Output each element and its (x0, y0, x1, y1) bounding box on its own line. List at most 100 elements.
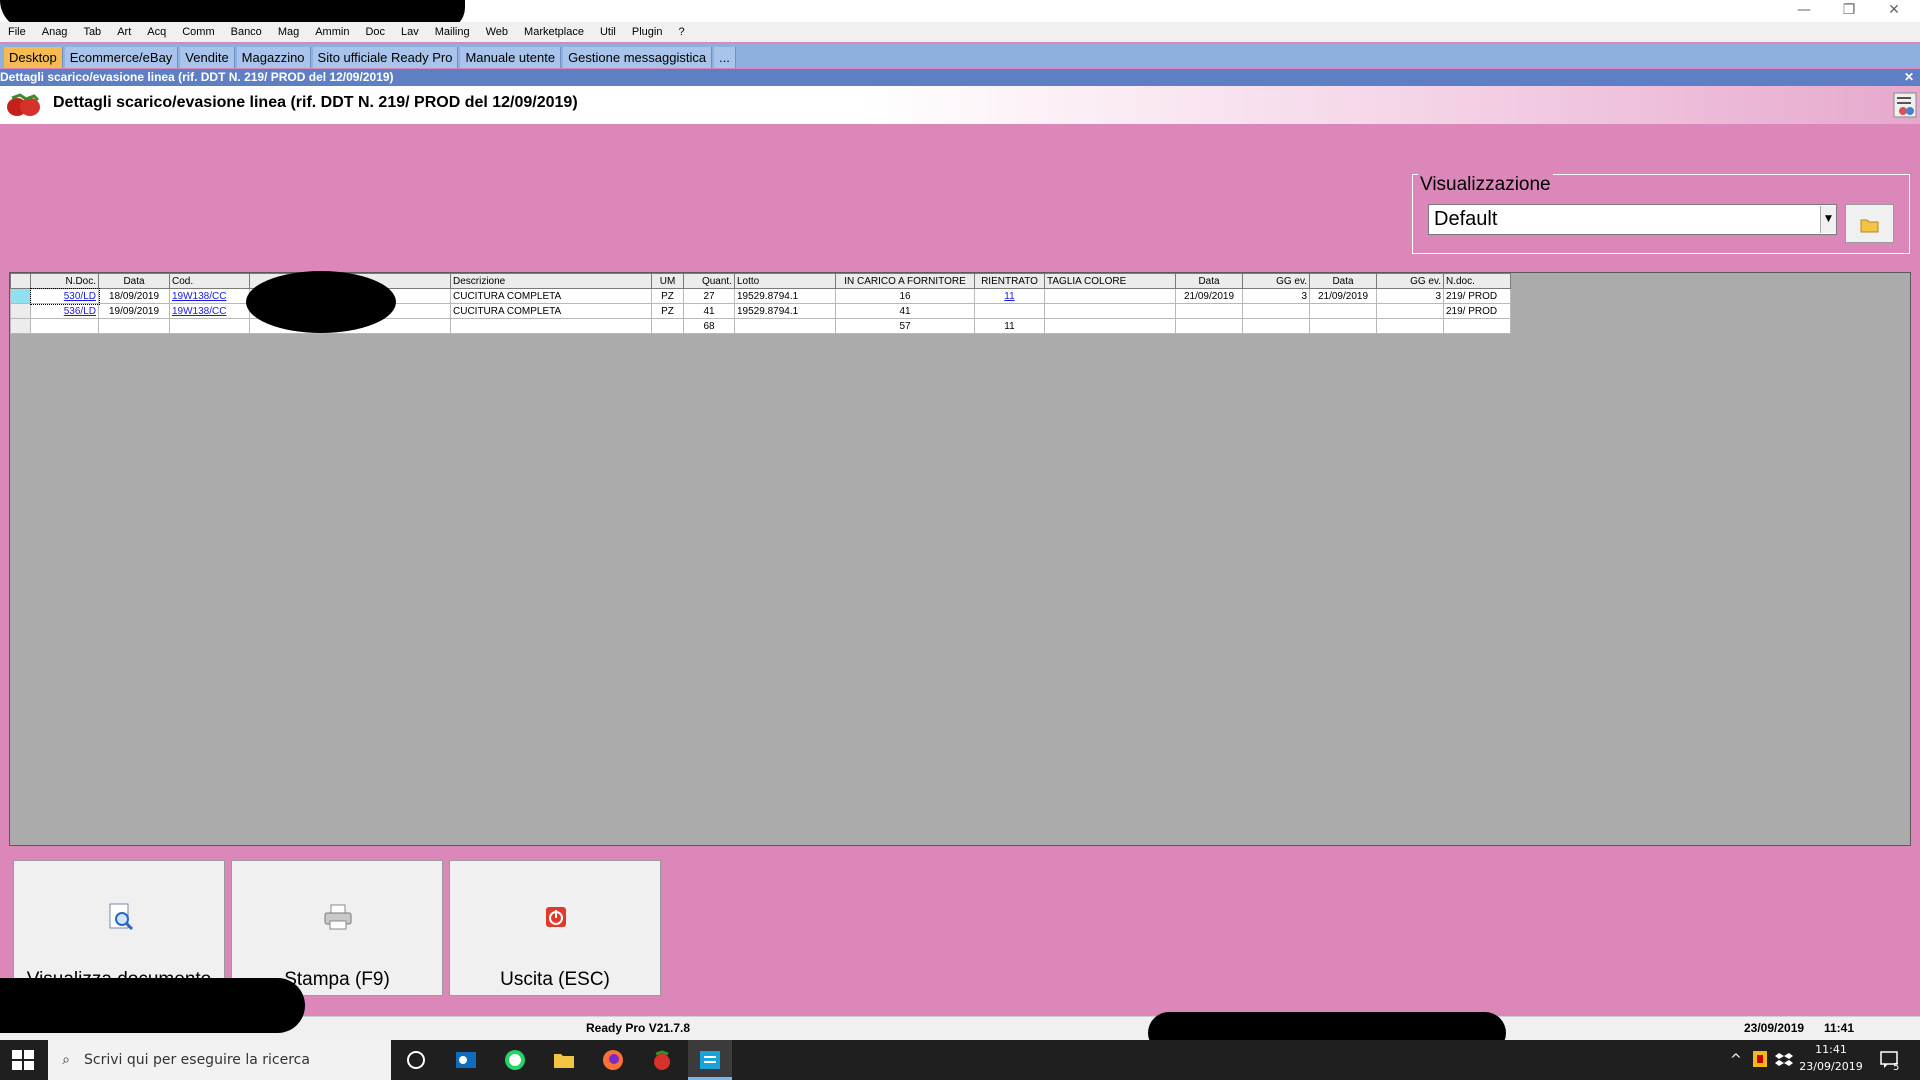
col-in-carico[interactable]: IN CARICO A FORNITORE (835, 273, 975, 289)
document-strip-title: Dettagli scarico/evasione linea (rif. DD… (0, 70, 394, 84)
totals-row: 68 57 11 (10, 318, 1511, 334)
exit-button[interactable]: Uscita (ESC) (449, 860, 661, 996)
col-data-3[interactable]: Data (1309, 273, 1377, 289)
menu-tab[interactable]: Tab (75, 26, 109, 38)
whatsapp-icon[interactable] (503, 1048, 527, 1072)
table-row[interactable]: 530/LD 18/09/2019 19W138/CC CUCITURA COM… (10, 287, 1511, 305)
col-gg-ev[interactable]: GG ev. (1242, 273, 1310, 289)
search-placeholder: Scrivi qui per eseguire la ricerca (84, 1052, 310, 1068)
total-in-carico: 57 (835, 318, 975, 334)
col-data-2[interactable]: Data (1175, 273, 1243, 289)
menu-file[interactable]: File (0, 26, 34, 38)
firefox-icon[interactable] (601, 1048, 625, 1072)
ndoc-link[interactable]: 536/LD (30, 303, 99, 319)
col-ndoc-2[interactable]: N.doc. (1443, 273, 1511, 289)
open-folder-button[interactable] (1845, 204, 1894, 243)
cell (1309, 303, 1377, 319)
table-row[interactable]: 536/LD 19/09/2019 19W138/CC CUCITURA COM… (10, 303, 1511, 319)
tab-messaggistica[interactable]: Gestione messaggistica (563, 47, 713, 68)
menu-mailing[interactable]: Mailing (427, 26, 478, 38)
col-cod[interactable]: Cod. (169, 273, 250, 289)
visualizzazione-label: Visualizzazione (1418, 174, 1553, 196)
menu-util[interactable]: Util (592, 26, 624, 38)
chevron-up-icon[interactable]: ^ (1730, 1052, 1742, 1068)
menu-web[interactable]: Web (478, 26, 516, 38)
printer-icon (324, 904, 352, 930)
col-um[interactable]: UM (651, 273, 684, 289)
restore-button[interactable]: ❐ (1829, 0, 1869, 22)
cell (1309, 318, 1377, 334)
menu-doc[interactable]: Doc (357, 26, 393, 38)
view-document-button[interactable]: Visualizza documento (13, 860, 225, 996)
menu-banco[interactable]: Banco (223, 26, 270, 38)
cell (98, 318, 170, 334)
col-data[interactable]: Data (98, 273, 170, 289)
print-button[interactable]: Stampa (F9) (231, 860, 443, 996)
cortana-icon[interactable] (404, 1048, 428, 1072)
cell: 3 (1376, 288, 1444, 304)
row-selector[interactable] (10, 303, 31, 319)
tab-vendite[interactable]: Vendite (180, 47, 235, 68)
menu-marketplace[interactable]: Marketplace (516, 26, 592, 38)
redacted-area (246, 271, 396, 333)
menu-anag[interactable]: Anag (34, 26, 76, 38)
cell (1175, 318, 1243, 334)
menu-art[interactable]: Art (109, 26, 139, 38)
close-window-button[interactable]: ✕ (1874, 0, 1914, 22)
menu-help[interactable]: ? (670, 26, 692, 38)
col-quant[interactable]: Quant. (683, 273, 735, 289)
windows-start-icon[interactable] (12, 1050, 34, 1070)
outlook-icon[interactable] (454, 1048, 478, 1072)
col-ndoc[interactable]: N.Doc. (30, 273, 99, 289)
chevron-down-icon[interactable]: ▼ (1820, 206, 1836, 233)
cell: 3 (1242, 288, 1310, 304)
tab-ecommerce[interactable]: Ecommerce/eBay (64, 47, 179, 68)
menu-acq[interactable]: Acq (139, 26, 174, 38)
menu-plugin[interactable]: Plugin (624, 26, 671, 38)
ndoc-link[interactable]: 530/LD (29, 287, 100, 305)
rientrato-link[interactable]: 11 (974, 288, 1045, 304)
menu-lav[interactable]: Lav (393, 26, 427, 38)
menu-mag[interactable]: Mag (270, 26, 307, 38)
tab-desktop[interactable]: Desktop (4, 47, 63, 68)
menu-comm[interactable]: Comm (174, 26, 222, 38)
row-selector[interactable] (10, 318, 31, 334)
file-explorer-icon[interactable] (552, 1048, 576, 1072)
cell (1376, 303, 1444, 319)
tray-app-icon[interactable] (1752, 1050, 1768, 1068)
ready-pro-icon[interactable] (650, 1048, 674, 1072)
cell (1044, 303, 1176, 319)
tray-clock-time[interactable]: 11:41 (1786, 1043, 1876, 1056)
tab-magazzino[interactable]: Magazzino (236, 47, 311, 68)
tab-more[interactable]: ... (714, 47, 736, 68)
cell (169, 318, 250, 334)
tab-sito-ufficiale[interactable]: Sito ufficiale Ready Pro (312, 47, 459, 68)
status-date: 23/09/2019 (1744, 1021, 1805, 1035)
cell: 16 (835, 288, 975, 304)
taskbar-search[interactable]: ⌕ Scrivi qui per eseguire la ricerca (48, 1040, 391, 1080)
col-gg-ev-2[interactable]: GG ev. (1376, 273, 1444, 289)
col-rientrato[interactable]: RIENTRATO (974, 273, 1045, 289)
cell: CUCITURA COMPLETA (450, 303, 652, 319)
row-selector[interactable] (10, 288, 31, 304)
document-search-icon (109, 903, 134, 931)
col-taglia-colore[interactable]: TAGLIA COLORE (1044, 273, 1176, 289)
visualizzazione-select[interactable]: Default (1428, 204, 1837, 235)
cell: 41 (835, 303, 975, 319)
minimize-button[interactable]: — (1784, 0, 1824, 22)
menu-ammin[interactable]: Ammin (307, 26, 357, 38)
active-app-slot[interactable] (688, 1040, 732, 1080)
close-document-button[interactable]: ✕ (1904, 69, 1914, 86)
cell (1175, 303, 1243, 319)
cell (450, 318, 652, 334)
tab-manuale[interactable]: Manuale utente (460, 47, 562, 68)
settings-panel-icon[interactable] (1893, 92, 1917, 118)
cod-link[interactable]: 19W138/CC (169, 288, 250, 304)
redacted-area (0, 978, 305, 1033)
col-descrizione[interactable]: Descrizione (450, 273, 652, 289)
cod-link[interactable]: 19W138/CC (169, 303, 250, 319)
tray-clock-date[interactable]: 23/09/2019 (1786, 1060, 1876, 1073)
cell (651, 318, 684, 334)
cell: PZ (651, 288, 684, 304)
col-lotto[interactable]: Lotto (734, 273, 836, 289)
